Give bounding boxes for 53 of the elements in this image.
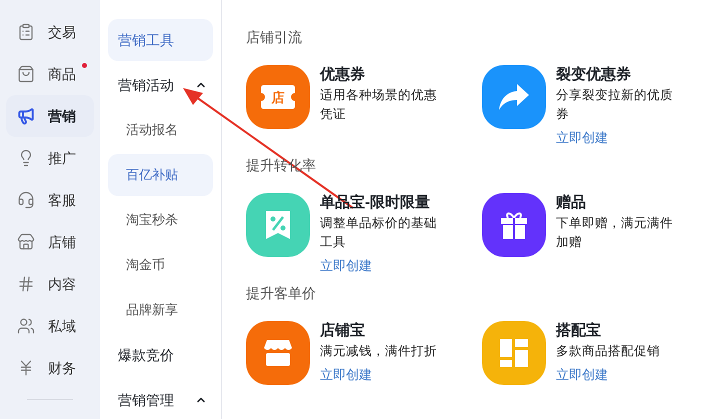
- submenu-item[interactable]: 营销管理: [108, 379, 213, 419]
- nav-icon: [17, 317, 35, 335]
- nav-label: 内容: [48, 274, 76, 294]
- submenu-item[interactable]: 营销活动: [108, 64, 213, 106]
- ticket-icon: [261, 85, 295, 109]
- submenu-subitem[interactable]: 淘宝秒杀: [108, 199, 213, 241]
- tool-description: 分享裂变拉新的优质券: [556, 87, 674, 123]
- submenu-subitem[interactable]: 百亿补贴: [108, 154, 213, 196]
- nav-item[interactable]: 推广: [6, 137, 94, 179]
- tool-title: 搭配宝: [556, 321, 602, 341]
- create-link[interactable]: 立即创建: [556, 365, 608, 385]
- nav-item[interactable]: 内容: [6, 263, 94, 305]
- tool-description: 调整单品标价的基础工具: [320, 215, 438, 251]
- nav-icon: [17, 23, 35, 41]
- nav-label: 推广: [48, 148, 76, 168]
- nav-item[interactable]: 客服: [6, 179, 94, 221]
- nav-label: 商品: [48, 64, 76, 84]
- create-link[interactable]: 立即创建: [556, 128, 608, 148]
- section-title: 提升客单价: [246, 284, 316, 303]
- tool-title: 赠品: [556, 193, 587, 213]
- nav-label: 店铺: [48, 232, 76, 252]
- nav-label: 交易: [48, 22, 76, 42]
- submenu-item[interactable]: 营销工具: [108, 19, 213, 61]
- submenu-subitem[interactable]: 活动报名: [108, 109, 213, 151]
- submenu-subitem[interactable]: 品牌新享: [108, 289, 213, 331]
- nav-icon: [17, 233, 35, 251]
- nav-item[interactable]: 商品: [6, 53, 94, 95]
- icon-label: 店: [272, 90, 284, 104]
- nav-label: 客服: [48, 190, 76, 210]
- nav-item[interactable]: 营销: [6, 95, 94, 137]
- nav-label: 营销: [48, 106, 76, 126]
- nav-item[interactable]: 私域: [6, 305, 94, 347]
- tool-title: 优惠券: [320, 65, 366, 85]
- submenu-item[interactable]: 爆款竞价: [108, 334, 213, 376]
- tool-description: 满元减钱，满件打折: [320, 343, 438, 360]
- nav-icon: [17, 65, 35, 83]
- create-link[interactable]: 立即创建: [320, 256, 372, 276]
- nav-item[interactable]: 店铺: [6, 221, 94, 263]
- nav-icon: [17, 107, 35, 125]
- tool-description: 适用各种场景的优惠凭证: [320, 87, 438, 123]
- tool-title: 裂变优惠券: [556, 65, 632, 85]
- submenu-subitem[interactable]: 淘金币: [108, 244, 213, 286]
- section-title: 店铺引流: [246, 28, 302, 47]
- tool-title: 店铺宝: [320, 321, 366, 341]
- tool-description: 下单即赠，满元满件加赠: [556, 215, 674, 251]
- tool-description: 多款商品搭配促销: [556, 343, 661, 360]
- nav-icon: [17, 191, 35, 209]
- nav-item[interactable]: 交易: [6, 11, 94, 53]
- nav-icon: [17, 275, 35, 293]
- nav-label: 财务: [48, 358, 76, 378]
- nav-item[interactable]: 财务: [6, 347, 94, 389]
- create-link[interactable]: 立即创建: [320, 365, 372, 385]
- nav-label: 私域: [48, 316, 76, 336]
